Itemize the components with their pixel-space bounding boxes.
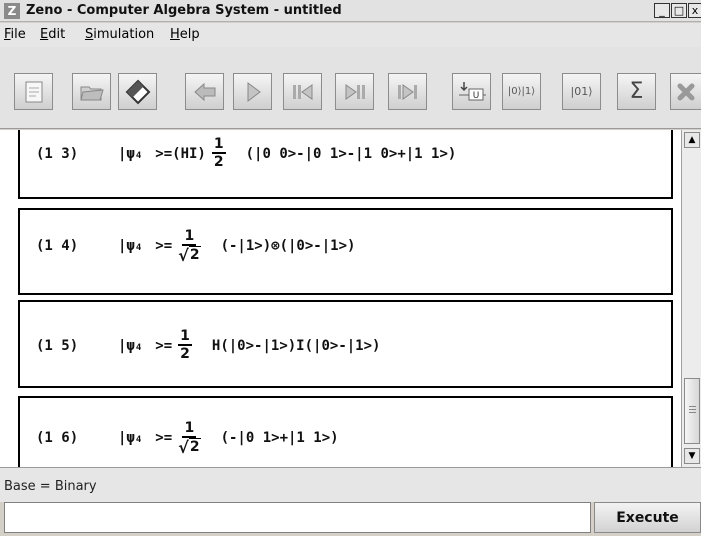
fast-forward-end-icon [397, 83, 417, 100]
state-expression: H(|0>-|1>)I(|0>-|1>) [211, 337, 381, 354]
expression-cell: (1 3) |ψ 4 >= (HI) 12 (|0 0>-|0 1>-|1 0>+… [18, 130, 673, 199]
cell-label: (1 5) [36, 337, 79, 354]
cell-label: (1 4) [36, 238, 79, 254]
back-button[interactable] [185, 73, 224, 110]
summation-icon: Σ [629, 79, 644, 104]
scroll-up-button[interactable]: ▲ [684, 132, 700, 148]
menu-edit[interactable]: Edit [40, 27, 65, 42]
command-input[interactable] [4, 502, 591, 533]
title-bar: Z Zeno - Computer Algebra System - untit… [0, 0, 701, 22]
apply-unitary-icon: U [458, 81, 486, 101]
cell-label: (1 6) [36, 430, 79, 446]
apply-unitary-button[interactable]: U [452, 73, 491, 110]
expression-cell: (1 5) |ψ 4 >= 12 H(|0>-|1>)I(|0>-|1>) [18, 300, 673, 388]
execute-button[interactable]: Execute [594, 502, 701, 533]
state-expression: (-|1>)⊗(|0>-|1>) [220, 238, 356, 254]
operator-prefix: (HI) [172, 145, 206, 162]
fraction: 12 [211, 136, 226, 170]
rewind-to-start-button[interactable] [283, 73, 322, 110]
tensor-ket-button[interactable]: |01⟩ [562, 73, 601, 110]
menu-help[interactable]: Help [170, 27, 200, 42]
equals-sign: >= [155, 238, 173, 254]
scrollbar-thumb[interactable] [684, 378, 700, 444]
basis-kets-icon: |0⟩|1⟩ [507, 86, 536, 97]
fraction: 1 √ 2 [178, 228, 201, 265]
app-logo-icon: Z [4, 3, 20, 19]
minimize-button[interactable]: _ [654, 3, 670, 18]
equals-sign: >= [155, 430, 173, 446]
state-symbol: |ψ 4 [118, 238, 142, 254]
status-bar: Base = Binary [0, 467, 701, 502]
equals-sign: >= [155, 337, 173, 354]
close-window-button[interactable]: x [688, 3, 701, 18]
state-symbol: |ψ 4 [118, 430, 142, 446]
eraser-button[interactable] [118, 73, 157, 110]
close-tool-button[interactable] [670, 73, 701, 110]
back-arrow-icon [193, 82, 215, 101]
new-document-icon [25, 81, 42, 102]
menu-file[interactable]: File [4, 27, 26, 42]
play-icon [247, 81, 261, 102]
state-symbol: |ψ 4 [118, 145, 142, 162]
scroll-down-button[interactable]: ▼ [684, 448, 700, 464]
unitary-label: U [472, 91, 479, 101]
expression-cell: (1 4) |ψ 4 >= 1 √ 2 (-|1>)⊗(|0>-|1>) [18, 208, 673, 295]
step-forward-button[interactable] [335, 73, 374, 110]
fraction: 1 √ 2 [178, 420, 201, 457]
expression-workspace[interactable]: (1 3) |ψ 4 >= (HI) 12 (|0 0>-|0 1>-|1 0>+… [0, 130, 681, 467]
basis-kets-button[interactable]: |0⟩|1⟩ [502, 73, 541, 110]
state-expression: (|0 0>-|0 1>-|1 0>+|1 1>) [245, 145, 457, 162]
equals-sign: >= [155, 145, 173, 162]
summation-button[interactable]: Σ [617, 73, 656, 110]
fraction: 12 [178, 328, 192, 362]
vertical-scrollbar[interactable]: ▲ ▼ [681, 130, 701, 467]
new-document-button[interactable] [14, 73, 53, 110]
eraser-icon [125, 79, 150, 104]
step-forward-icon [345, 83, 365, 100]
close-icon [677, 83, 695, 100]
state-symbol: |ψ 4 [118, 337, 142, 354]
play-button[interactable] [233, 73, 272, 110]
cell-label: (1 3) [36, 145, 79, 162]
tensor-ket-icon: |01⟩ [570, 85, 593, 98]
base-status: Base = Binary [4, 479, 97, 494]
state-expression: (-|0 1>+|1 1>) [220, 430, 339, 446]
toolbar: U |0⟩|1⟩ |01⟩ Σ [0, 47, 701, 129]
rewind-to-start-icon [292, 83, 312, 100]
open-folder-button[interactable] [72, 73, 111, 110]
fast-forward-end-button[interactable] [388, 73, 427, 110]
open-folder-icon [79, 86, 104, 100]
expression-cell: (1 6) |ψ 4 >= 1 √ 2 (-|0 1>+|1 1>) [18, 396, 673, 467]
menu-bar: File Edit Simulation Help [0, 23, 701, 47]
menu-simulation[interactable]: Simulation [85, 27, 154, 42]
maximize-button[interactable]: □ [671, 3, 687, 18]
window-title: Zeno - Computer Algebra System - untitle… [26, 3, 342, 18]
